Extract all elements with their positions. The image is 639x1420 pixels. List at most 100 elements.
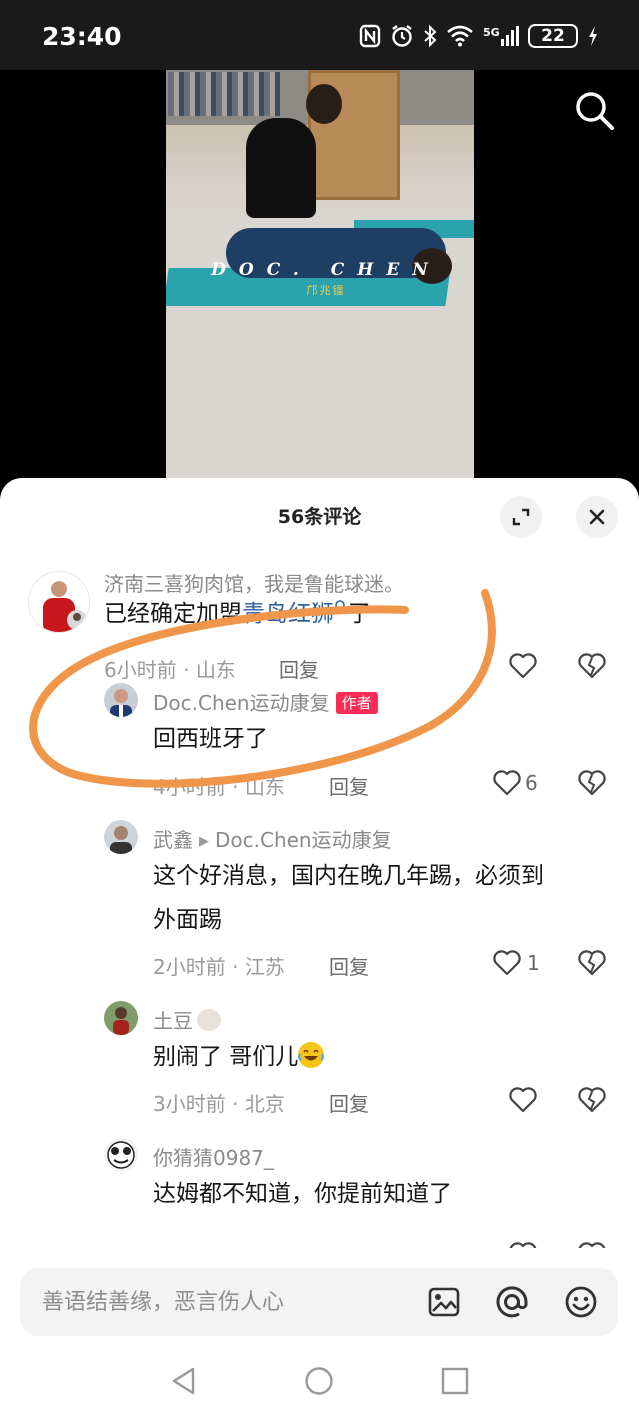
avatar[interactable] — [28, 571, 90, 633]
meta-separator: · — [232, 955, 239, 979]
username-text[interactable]: Doc.Chen运动康复 — [153, 691, 330, 715]
status-bar: 23:40 5G 22 — [0, 0, 639, 70]
video-thumbnail[interactable]: DOC. CHEN 邝兆镭 — [166, 70, 474, 480]
comment-item[interactable]: 济南三喜狗肉馆，我是鲁能球迷。 已经确定加盟青岛红狮了 6小时前 · 山东 回复 — [0, 558, 639, 683]
video-area[interactable]: DOC. CHEN 邝兆镭 — [0, 70, 639, 490]
comment-location: 山东 — [195, 658, 236, 682]
video-therapist — [246, 118, 316, 218]
comment-meta: 2小时前 · 江苏 — [153, 951, 285, 980]
comment-location: 江苏 — [244, 955, 285, 979]
avatar[interactable] — [104, 683, 138, 717]
laughing-emoji-icon — [298, 1042, 325, 1068]
home-nav-icon[interactable] — [304, 1366, 334, 1396]
nfc-icon — [359, 24, 381, 48]
comment-text-part: 别闹了 哥们儿 — [153, 1044, 299, 1070]
comment-text-line: 外面踢 — [153, 907, 222, 933]
battery-icon: 22 — [528, 24, 578, 48]
comment-input-area — [0, 1248, 639, 1346]
reply-to-username[interactable]: Doc.Chen运动康复 — [215, 828, 392, 852]
comment-input[interactable] — [42, 1268, 402, 1336]
meta-separator: · — [232, 1092, 239, 1116]
back-nav-icon[interactable] — [169, 1366, 199, 1396]
username-text[interactable]: 武鑫 — [153, 828, 193, 852]
video-therapist-head — [306, 84, 342, 124]
comment-username[interactable]: 你猜猜0987_ — [153, 1142, 274, 1171]
expand-button[interactable] — [500, 496, 542, 538]
username-text[interactable]: 土豆 — [153, 1009, 193, 1033]
comment-username[interactable]: 土豆 — [153, 1005, 221, 1034]
potato-emoji-icon — [197, 1009, 221, 1031]
author-badge: 作者 — [335, 692, 378, 714]
comment-reply-item[interactable]: 你猜猜0987_ 达姆都不知道，你提前知道了 — [0, 1138, 639, 1251]
search-button[interactable] — [570, 86, 618, 134]
dislike-icon[interactable] — [577, 768, 607, 798]
comment-reply-item[interactable]: 土豆 别闹了 哥们儿 3小时前 · 北京 回复 — [0, 1001, 639, 1136]
comment-time: 4小时前 — [153, 775, 226, 799]
avatar[interactable] — [104, 1138, 138, 1172]
bluetooth-icon — [424, 24, 437, 48]
dislike-icon[interactable] — [577, 1085, 607, 1115]
meta-separator: · — [183, 658, 190, 682]
comment-text: 这个好消息，国内在晚几年踢，必须到 外面踢 — [153, 854, 613, 942]
reply-button[interactable]: 回复 — [279, 654, 319, 683]
status-icons: 5G 22 — [359, 24, 599, 48]
topic-link[interactable]: 青岛红狮 — [242, 601, 334, 627]
comment-reply-item[interactable]: 武鑫 ▶ Doc.Chen运动康复 这个好消息，国内在晚几年踢，必须到 外面踢 2小时… — [0, 820, 639, 1000]
system-nav-bar — [0, 1346, 639, 1420]
video-watermark-sub: 邝兆镭 — [306, 284, 346, 297]
like-count: 1 — [527, 951, 540, 975]
comment-location: 北京 — [244, 1092, 285, 1116]
comment-username[interactable]: 武鑫 ▶ Doc.Chen运动康复 — [153, 824, 392, 853]
comment-text: 别闹了 哥们儿 — [153, 1035, 325, 1079]
reply-button[interactable]: 回复 — [329, 1088, 369, 1117]
like-icon[interactable] — [508, 651, 538, 681]
comment-text-part: 已经确定加盟 — [104, 601, 242, 627]
alarm-icon — [392, 25, 412, 47]
video-photo-wall — [168, 72, 280, 116]
comment-input-bar[interactable] — [20, 1268, 618, 1336]
like-count: 6 — [525, 771, 538, 795]
avatar[interactable] — [104, 1001, 138, 1035]
status-time: 23:40 — [42, 22, 122, 51]
comment-text: 已经确定加盟青岛红狮了 — [104, 592, 371, 636]
comment-meta: 4小时前 · 山东 — [153, 771, 285, 800]
image-icon[interactable] — [426, 1284, 462, 1320]
comment-text: 回西班牙了 — [153, 726, 268, 752]
recents-nav-icon[interactable] — [440, 1366, 470, 1396]
dislike-icon[interactable] — [577, 948, 607, 978]
comment-sheet: 56条评论 济南三喜狗肉馆，我是鲁能球迷。 已经确定加盟青岛红狮了 6小时前 ·… — [0, 478, 639, 1420]
expand-icon — [512, 508, 530, 526]
comment-list[interactable]: 济南三喜狗肉馆，我是鲁能球迷。 已经确定加盟青岛红狮了 6小时前 · 山东 回复… — [0, 558, 639, 1251]
comment-text-part: 了 — [348, 601, 371, 627]
comment-time: 6小时前 — [104, 658, 177, 682]
meta-separator: · — [232, 775, 239, 799]
comment-username[interactable]: Doc.Chen运动康复 作者 — [153, 687, 378, 716]
comment-text-line: 这个好消息，国内在晚几年踢，必须到 — [153, 863, 544, 889]
reply-button[interactable]: 回复 — [329, 771, 369, 800]
comment-location: 山东 — [244, 775, 285, 799]
comment-meta: 3小时前 · 北京 — [153, 1088, 285, 1117]
comment-reply-item[interactable]: Doc.Chen运动康复 作者 回西班牙了 4小时前 · 山东 回复 6 — [0, 683, 639, 818]
comment-text: 达姆都不知道，你提前知道了 — [153, 1181, 452, 1207]
close-button[interactable] — [576, 496, 618, 538]
signal-5g-icon: 5G — [483, 26, 519, 46]
wifi-icon — [447, 25, 473, 47]
search-small-icon — [335, 600, 347, 612]
video-watermark-logo: DOC. CHEN — [211, 260, 441, 280]
charging-icon — [589, 26, 597, 46]
emoji-icon[interactable] — [563, 1284, 599, 1320]
close-icon — [589, 509, 605, 525]
avatar[interactable] — [104, 820, 138, 854]
dislike-icon[interactable] — [577, 651, 607, 681]
comment-count-title: 56条评论 — [277, 506, 362, 528]
comment-time: 2小时前 — [153, 955, 226, 979]
comment-meta: 6小时前 · 山东 — [104, 654, 236, 683]
svg-text:5G: 5G — [483, 26, 500, 39]
like-icon[interactable] — [508, 1085, 538, 1115]
comment-time: 3小时前 — [153, 1092, 226, 1116]
search-icon — [576, 92, 614, 130]
mention-icon[interactable] — [494, 1284, 530, 1320]
like-icon[interactable] — [492, 768, 522, 798]
reply-button[interactable]: 回复 — [329, 951, 369, 980]
like-icon[interactable] — [492, 948, 522, 978]
